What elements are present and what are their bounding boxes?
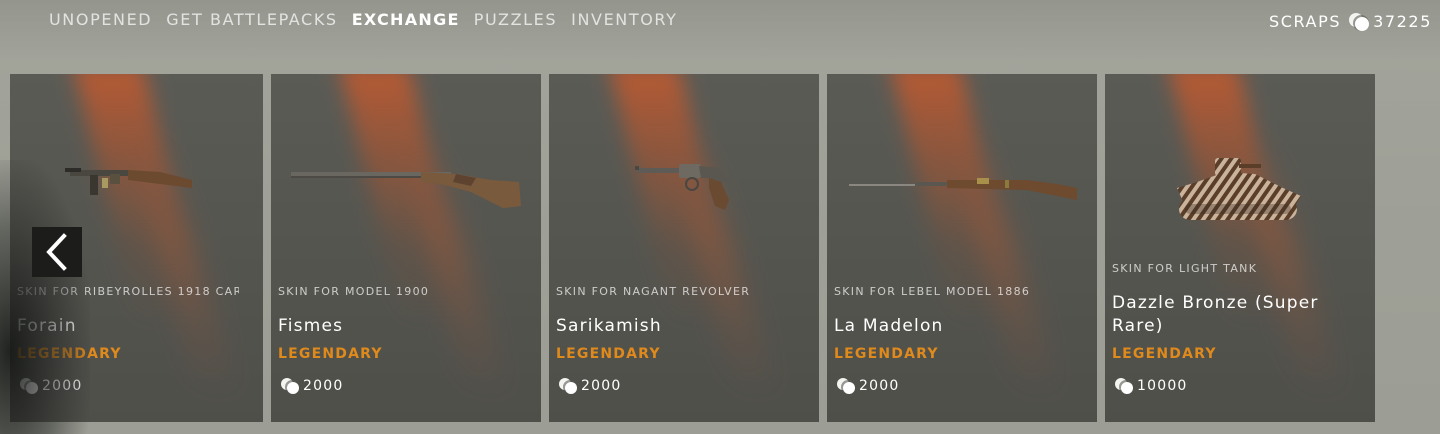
battlepacks-nav: UNOPENED GET BATTLEPACKS EXCHANGE PUZZLE… <box>49 10 678 29</box>
card-subtitle: SKIN FOR RIBEYROLLES 1918 CARE <box>17 285 239 298</box>
card-rarity: LEGENDARY <box>17 346 122 362</box>
card-name: Forain <box>17 316 77 336</box>
tab-inventory[interactable]: INVENTORY <box>571 10 677 29</box>
card-price-value: 2000 <box>859 378 900 394</box>
card-rarity: LEGENDARY <box>834 346 939 362</box>
card-price: 10000 <box>1115 378 1188 394</box>
card-subtitle: SKIN FOR NAGANT REVOLVER <box>556 285 751 298</box>
tab-exchange[interactable]: EXCHANGE <box>352 10 460 29</box>
tab-get-battlepacks[interactable]: GET BATTLEPACKS <box>166 10 337 29</box>
previous-button[interactable] <box>32 227 82 277</box>
shotgun-icon <box>291 172 521 208</box>
card-name: La Madelon <box>834 316 944 336</box>
scraps-coin-icon <box>559 378 579 394</box>
card-price: 2000 <box>281 378 343 394</box>
scraps-coin-icon <box>1349 12 1371 31</box>
exchange-card-la-madelon[interactable]: SKIN FOR LEBEL MODEL 1886 La Madelon LEG… <box>827 74 1097 422</box>
tab-puzzles[interactable]: PUZZLES <box>474 10 557 29</box>
card-name: Fismes <box>278 316 344 336</box>
card-price: 2000 <box>559 378 621 394</box>
card-rarity: LEGENDARY <box>556 346 661 362</box>
scraps-value: 37225 <box>1373 12 1432 31</box>
card-name: Dazzle Bronze (Super Rare) <box>1112 293 1319 336</box>
card-subtitle: SKIN FOR LEBEL MODEL 1886 <box>834 285 1031 298</box>
card-subtitle: SKIN FOR MODEL 1900 <box>278 285 430 298</box>
exchange-card-sarikamish[interactable]: SKIN FOR NAGANT REVOLVER Sarikamish LEGE… <box>549 74 819 422</box>
card-price: 2000 <box>837 378 899 394</box>
top-shade <box>0 0 1440 60</box>
revolver-icon <box>635 164 729 210</box>
card-price-value: 2000 <box>581 378 622 394</box>
rifle-bayonet-icon <box>849 178 1077 200</box>
card-price-value: 2000 <box>303 378 344 394</box>
exchange-card-fismes[interactable]: SKIN FOR MODEL 1900 Fismes LEGENDARY 200… <box>271 74 541 422</box>
chevron-left-icon <box>46 233 67 271</box>
card-name: Sarikamish <box>556 316 662 336</box>
card-price-value: 10000 <box>1137 378 1188 394</box>
exchange-card-dazzle-bronze[interactable]: SKIN FOR LIGHT TANK Dazzle Bronze (Super… <box>1105 74 1375 422</box>
scraps-balance: SCRAPS 37225 <box>1269 12 1432 31</box>
scraps-coin-icon <box>837 378 857 394</box>
scraps-coin-icon <box>281 378 301 394</box>
scraps-label: SCRAPS <box>1268 12 1342 31</box>
tab-unopened[interactable]: UNOPENED <box>49 10 152 29</box>
card-subtitle: SKIN FOR LIGHT TANK <box>1112 262 1258 275</box>
card-price-value: 2000 <box>42 378 83 394</box>
card-rarity: LEGENDARY <box>278 346 383 362</box>
scraps-coin-icon <box>20 378 40 394</box>
card-rarity: LEGENDARY <box>1112 346 1217 362</box>
card-price: 2000 <box>20 378 82 394</box>
scraps-coin-icon <box>1115 378 1135 394</box>
